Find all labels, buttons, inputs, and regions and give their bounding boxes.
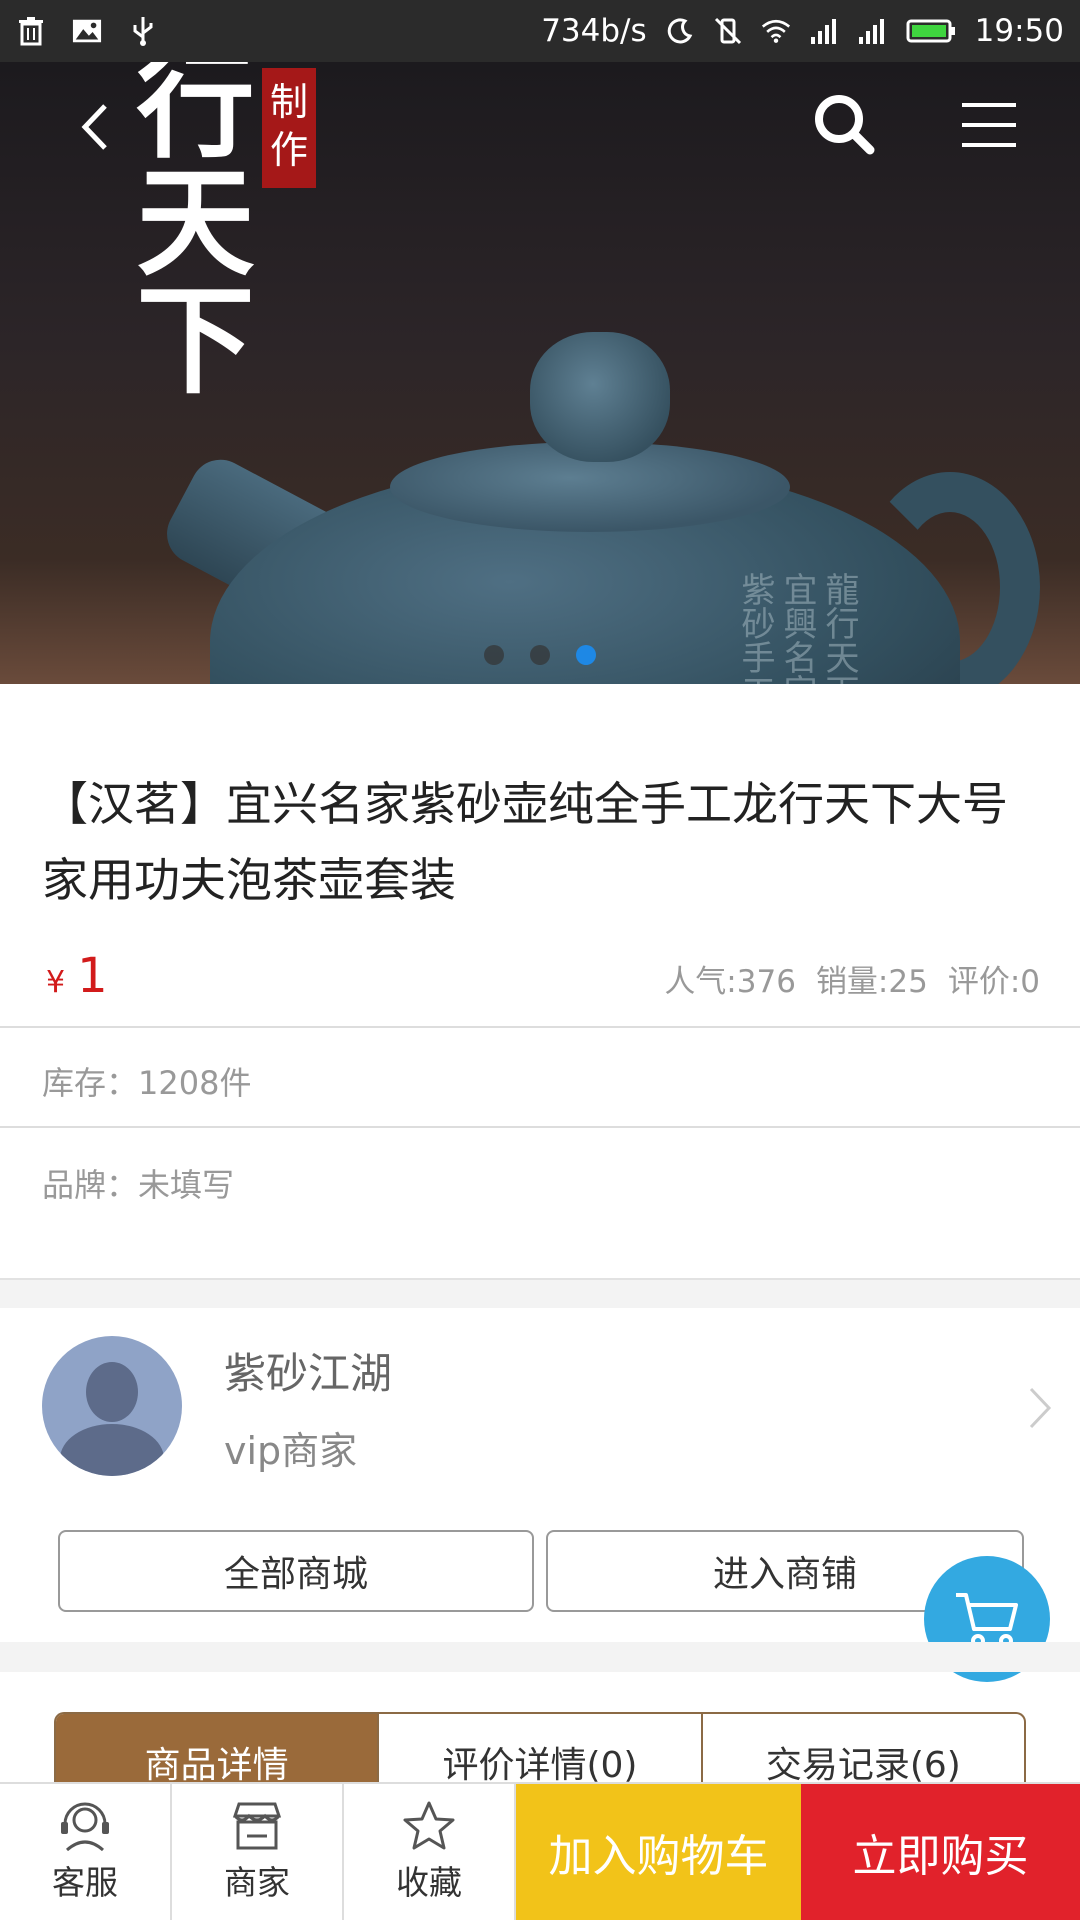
trash-icon: [16, 16, 46, 46]
customer-service-label: 客服: [52, 1863, 118, 1902]
add-to-cart-button[interactable]: 加入购物车: [516, 1784, 801, 1920]
tab-product-details[interactable]: 商品详情: [56, 1714, 380, 1782]
merchant-button[interactable]: 商家: [172, 1784, 344, 1920]
vibrate-off-icon: [713, 16, 743, 46]
product-price: 1: [77, 948, 108, 1004]
brand-info: 品牌：未填写: [42, 1166, 235, 1204]
teapot-inscription: 龍行天下宜興名家紫砂手工: [735, 572, 859, 684]
divider: [0, 1126, 1080, 1128]
status-bar: 734b/s 19:50: [0, 0, 1080, 62]
section-separator: [0, 1642, 1080, 1672]
store-icon: [232, 1802, 282, 1850]
chevron-left-icon: [81, 104, 107, 150]
usb-icon: [128, 16, 158, 46]
seller-level: vip商家: [224, 1429, 358, 1473]
popularity-count: 人气:376: [664, 964, 796, 1000]
tab-transaction-records[interactable]: 交易记录(6): [703, 1714, 1024, 1782]
carousel-indicator: [0, 645, 1080, 665]
customer-service-button[interactable]: 客服: [0, 1784, 172, 1920]
avatar-shoulders-shape: [60, 1424, 164, 1476]
carousel-dot-active[interactable]: [576, 645, 596, 665]
clock: 19:50: [974, 13, 1064, 49]
stock-info: 库存：1208件: [42, 1064, 252, 1102]
image-icon: [72, 16, 102, 46]
top-nav: [0, 62, 1080, 192]
product-title: 【汉茗】宜兴名家紫砂壶纯全手工龙行天下大号家用功夫泡茶壶套装: [42, 777, 1008, 907]
back-button[interactable]: [60, 92, 130, 162]
wifi-icon: [761, 16, 791, 46]
avatar: [42, 1336, 182, 1476]
carousel-dot[interactable]: [530, 645, 550, 665]
signal-icon: [857, 16, 887, 46]
network-speed: 734b/s: [541, 13, 647, 49]
teapot-knob: [530, 332, 670, 462]
search-button[interactable]: [806, 86, 882, 162]
favorite-label: 收藏: [396, 1863, 462, 1902]
buy-now-button[interactable]: 立即购买: [801, 1784, 1080, 1920]
section-separator: [0, 1278, 1080, 1308]
bottom-action-bar: 客服 商家 收藏 加入购物车 立即购买: [0, 1782, 1080, 1920]
seller-name: 紫砂江湖: [224, 1349, 393, 1398]
hamburger-menu-icon: [962, 103, 1016, 147]
currency-symbol: ¥: [46, 965, 66, 1000]
price-row: ¥ 1 人气:376 销量:25 评价:0: [46, 948, 1040, 1004]
battery-icon: [905, 16, 957, 46]
tab-review-details[interactable]: 评价详情(0): [379, 1714, 703, 1782]
avatar-head-shape: [86, 1362, 138, 1422]
merchant-label: 商家: [224, 1863, 290, 1902]
sales-count: 销量:25: [815, 964, 928, 1000]
menu-button[interactable]: [952, 90, 1026, 160]
all-mall-button[interactable]: 全部商城: [58, 1530, 534, 1612]
carousel-dot[interactable]: [484, 645, 504, 665]
chevron-right-icon[interactable]: [1028, 1386, 1052, 1441]
detail-tabs: 商品详情 评价详情(0) 交易记录(6): [54, 1712, 1026, 1782]
headset-icon: [61, 1802, 109, 1852]
favorite-button[interactable]: 收藏: [344, 1784, 516, 1920]
seller-card[interactable]: 紫砂江湖 vip商家 全部商城 进入商铺: [0, 1308, 1080, 1642]
search-icon: [815, 95, 875, 155]
review-count: 评价:0: [947, 964, 1040, 1000]
star-icon: [403, 1801, 455, 1850]
moon-icon: [665, 16, 695, 46]
signal-icon: [809, 16, 839, 46]
divider: [0, 1026, 1080, 1028]
product-stats: 人气:376 销量:25 评价:0: [664, 956, 1040, 1001]
